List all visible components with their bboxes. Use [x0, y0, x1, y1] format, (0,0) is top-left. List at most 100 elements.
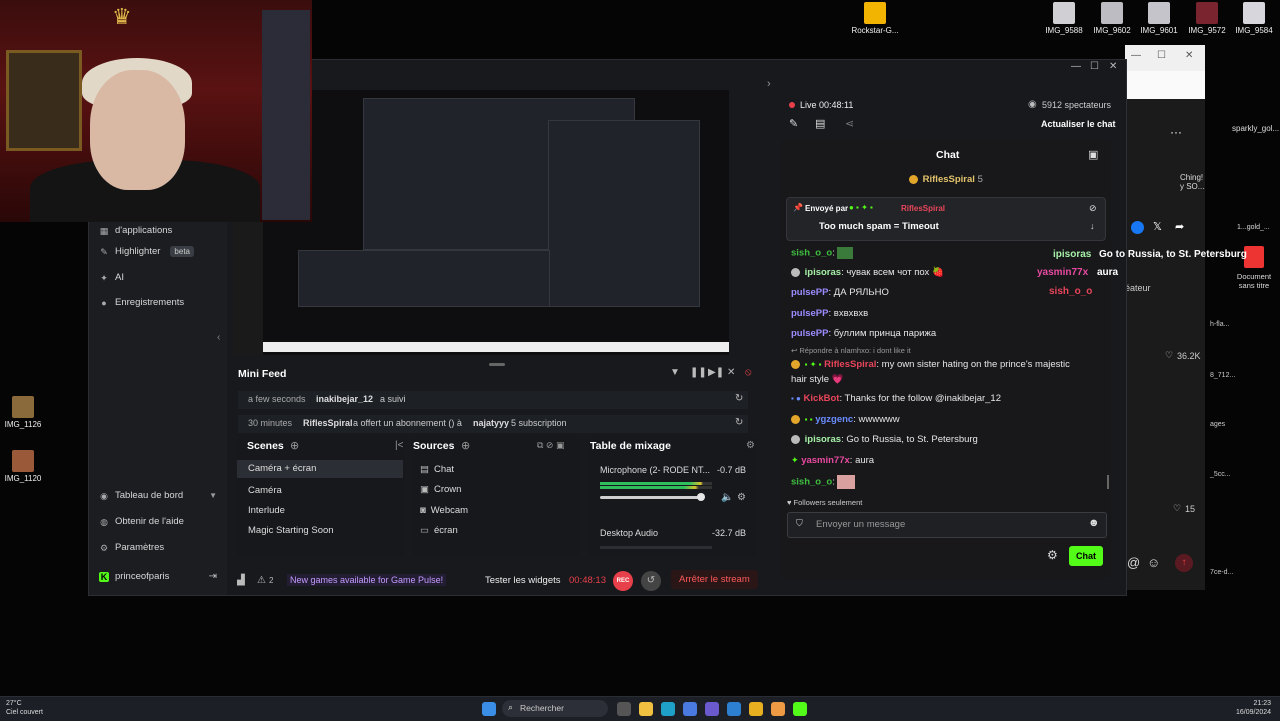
chat-username[interactable]: RiflesSpiral	[824, 359, 876, 370]
more-options-icon[interactable]: ···	[1170, 125, 1182, 139]
source-item[interactable]: ◙ Webcam	[420, 505, 468, 516]
facebook-icon[interactable]	[1131, 221, 1144, 234]
chat-message[interactable]: ▪ ● KickBot: Thanks for the follow @inak…	[791, 393, 1111, 404]
chat-username[interactable]: KickBot	[804, 393, 840, 404]
volume-slider[interactable]	[600, 496, 700, 499]
sidebar-item-settings[interactable]: ⚙ Paramètres	[99, 542, 164, 553]
x-icon[interactable]: 𝕏	[1153, 220, 1162, 233]
at-icon[interactable]: @	[1127, 555, 1140, 570]
speaker-icon[interactable]: 🔈	[721, 492, 733, 503]
top-gifter-user[interactable]: RiflesSpiral	[923, 174, 975, 185]
channel-settings-icon[interactable]: ⚙	[737, 492, 746, 503]
chat-message[interactable]: ipisoras: чувак всем чот пох 🍓	[791, 267, 1111, 278]
chat-scrollbar[interactable]	[1107, 475, 1109, 489]
news-banner[interactable]: New games available for Game Pulse!	[287, 574, 447, 586]
add-scene-icon[interactable]: ⊕	[290, 439, 299, 452]
scene-item[interactable]: Caméra + écran	[237, 460, 403, 478]
add-source-icon[interactable]: ⊕	[461, 439, 470, 452]
feed-user[interactable]: inakibejar_12	[316, 394, 373, 404]
replay-icon[interactable]: ↻	[735, 393, 743, 404]
explorer-icon[interactable]	[639, 702, 653, 716]
kick-icon[interactable]	[793, 702, 807, 716]
chat-users-icon[interactable]: ▣	[1088, 148, 1098, 161]
chat-send-button[interactable]: Chat	[1069, 546, 1103, 566]
windows-start-icon[interactable]	[482, 702, 496, 716]
mute-alerts-icon[interactable]: ✕	[727, 367, 735, 378]
chat-username[interactable]: ygzgenc	[815, 414, 853, 425]
chat-message[interactable]: pulsePP: ДА РЯЛЬНО	[791, 287, 1111, 298]
share-icon[interactable]: ⋖	[845, 117, 854, 130]
unpin-icon[interactable]: ⊘	[1089, 203, 1097, 214]
chat-message[interactable]: ipisoras: Go to Russia, to St. Petersbur…	[791, 434, 1111, 445]
search-box[interactable]: ⌕ Rechercher	[502, 700, 608, 717]
chat-username[interactable]: ipisoras	[805, 434, 841, 445]
rec-button[interactable]: REC	[613, 571, 633, 591]
close-icon[interactable]: ✕	[1185, 50, 1193, 61]
chat-input[interactable]: ⛉ Envoyer un message ☻	[787, 512, 1107, 538]
desktop-icon-image[interactable]: IMG_1126	[0, 396, 51, 429]
clock[interactable]: 21:23 16/09/2024	[1236, 699, 1271, 717]
skip-icon[interactable]: ▶❚	[708, 367, 724, 378]
chat-username[interactable]: pulsePP	[791, 328, 829, 339]
desktop-icon-image[interactable]: IMG_1120	[0, 450, 51, 483]
task-view-icon[interactable]	[617, 702, 631, 716]
alerts-off-icon[interactable]: ⦸	[745, 367, 752, 378]
feed-target[interactable]: najatyyy	[473, 418, 509, 428]
maximize-icon[interactable]: ☐	[1157, 50, 1166, 61]
source-item[interactable]: ▣ Crown	[420, 484, 461, 495]
sidebar-item-recordings[interactable]: ● Enregistrements	[99, 297, 184, 308]
scene-item[interactable]: Caméra	[248, 485, 282, 496]
source-item[interactable]: ▤ Chat	[420, 464, 454, 475]
chat-username[interactable]: sish_o_o	[791, 248, 832, 259]
emoji-icon[interactable]: ☻	[1088, 517, 1100, 529]
scene-item[interactable]: Magic Starting Soon	[248, 525, 334, 536]
pinned-user[interactable]: RiflesSpiral	[901, 204, 945, 213]
heart-icon[interactable]: ♡	[1173, 503, 1181, 514]
chat-message[interactable]: ▪ ✦ ▪ RiflesSpiral: my own sister hating…	[791, 359, 1111, 370]
volume-slider-handle[interactable]	[697, 493, 705, 501]
chat-message[interactable]: pulsePP: буллим принца парижа	[791, 328, 1111, 339]
discord-icon[interactable]	[705, 702, 719, 716]
chat-message[interactable]: ▪ ▪ ygzgenc: wwwwww	[791, 414, 1111, 425]
sidebar-item-app-store[interactable]: ▦ d'applications	[99, 225, 173, 236]
window-maximize-icon[interactable]: ☐	[1090, 61, 1099, 72]
share-arrow-icon[interactable]: ➦	[1175, 220, 1184, 233]
source-item[interactable]: ▭ écran	[420, 525, 458, 536]
window-close-icon[interactable]: ✕	[1109, 61, 1117, 72]
pdf-file-icon[interactable]	[1244, 246, 1264, 268]
source-tools-icon[interactable]: ⧉ ⊘ ▣	[537, 440, 564, 451]
sidebar-item-help[interactable]: ◍ Obtenir de l'aide	[99, 516, 184, 527]
chat-username[interactable]: ipisoras	[805, 267, 841, 278]
edit-icon[interactable]: ✎	[789, 117, 798, 130]
mixer-settings-icon[interactable]: ⚙	[746, 440, 755, 451]
chat-username[interactable]: yasmin77x	[801, 455, 850, 466]
minimize-icon[interactable]: —	[1131, 50, 1141, 61]
window-minimize-icon[interactable]: —	[1071, 61, 1081, 72]
chat-settings-icon[interactable]: ⚙	[1047, 548, 1058, 562]
edge-icon[interactable]	[661, 702, 675, 716]
chat-message[interactable]: pulsePP: вхвхвхв	[791, 308, 1111, 319]
chat-username[interactable]: sish_o_o	[791, 477, 832, 488]
collapse-sidebar-icon[interactable]: ‹	[217, 332, 220, 343]
chat-message[interactable]: sish_o_o:	[791, 247, 1111, 259]
sidebar-item-dashboard[interactable]: ◉ Tableau de bord ▼	[99, 490, 217, 501]
store-icon[interactable]	[771, 702, 785, 716]
stats-icon[interactable]: ▟	[237, 575, 245, 586]
weather-widget[interactable]: 27°C Ciel couvert	[6, 699, 43, 717]
chat-username[interactable]: pulsePP	[791, 287, 829, 298]
chrome-icon[interactable]	[749, 702, 763, 716]
filter-icon[interactable]: ▼	[670, 367, 680, 378]
scene-collapse-icon[interactable]: |<	[395, 440, 403, 451]
stop-stream-button[interactable]: Arrêter le stream	[671, 570, 758, 589]
app-icon[interactable]	[683, 702, 697, 716]
replay-icon[interactable]: ↻	[735, 417, 743, 428]
clip-icon[interactable]: ▤	[815, 117, 825, 130]
chat-message[interactable]: ✦ yasmin77x: aura	[791, 455, 1111, 466]
test-widgets-button[interactable]: Tester les widgets	[485, 575, 561, 586]
refresh-chat-button[interactable]: Actualiser le chat	[1041, 119, 1116, 129]
sidebar-item-highlighter[interactable]: ✎ Highlighter beta	[99, 246, 194, 257]
panel-collapse-arrow-icon[interactable]: ›	[767, 78, 771, 90]
replay-buffer-button[interactable]: ↺	[641, 571, 661, 591]
logout-icon[interactable]: ⇥	[209, 571, 217, 582]
scene-item[interactable]: Interlude	[248, 505, 285, 516]
